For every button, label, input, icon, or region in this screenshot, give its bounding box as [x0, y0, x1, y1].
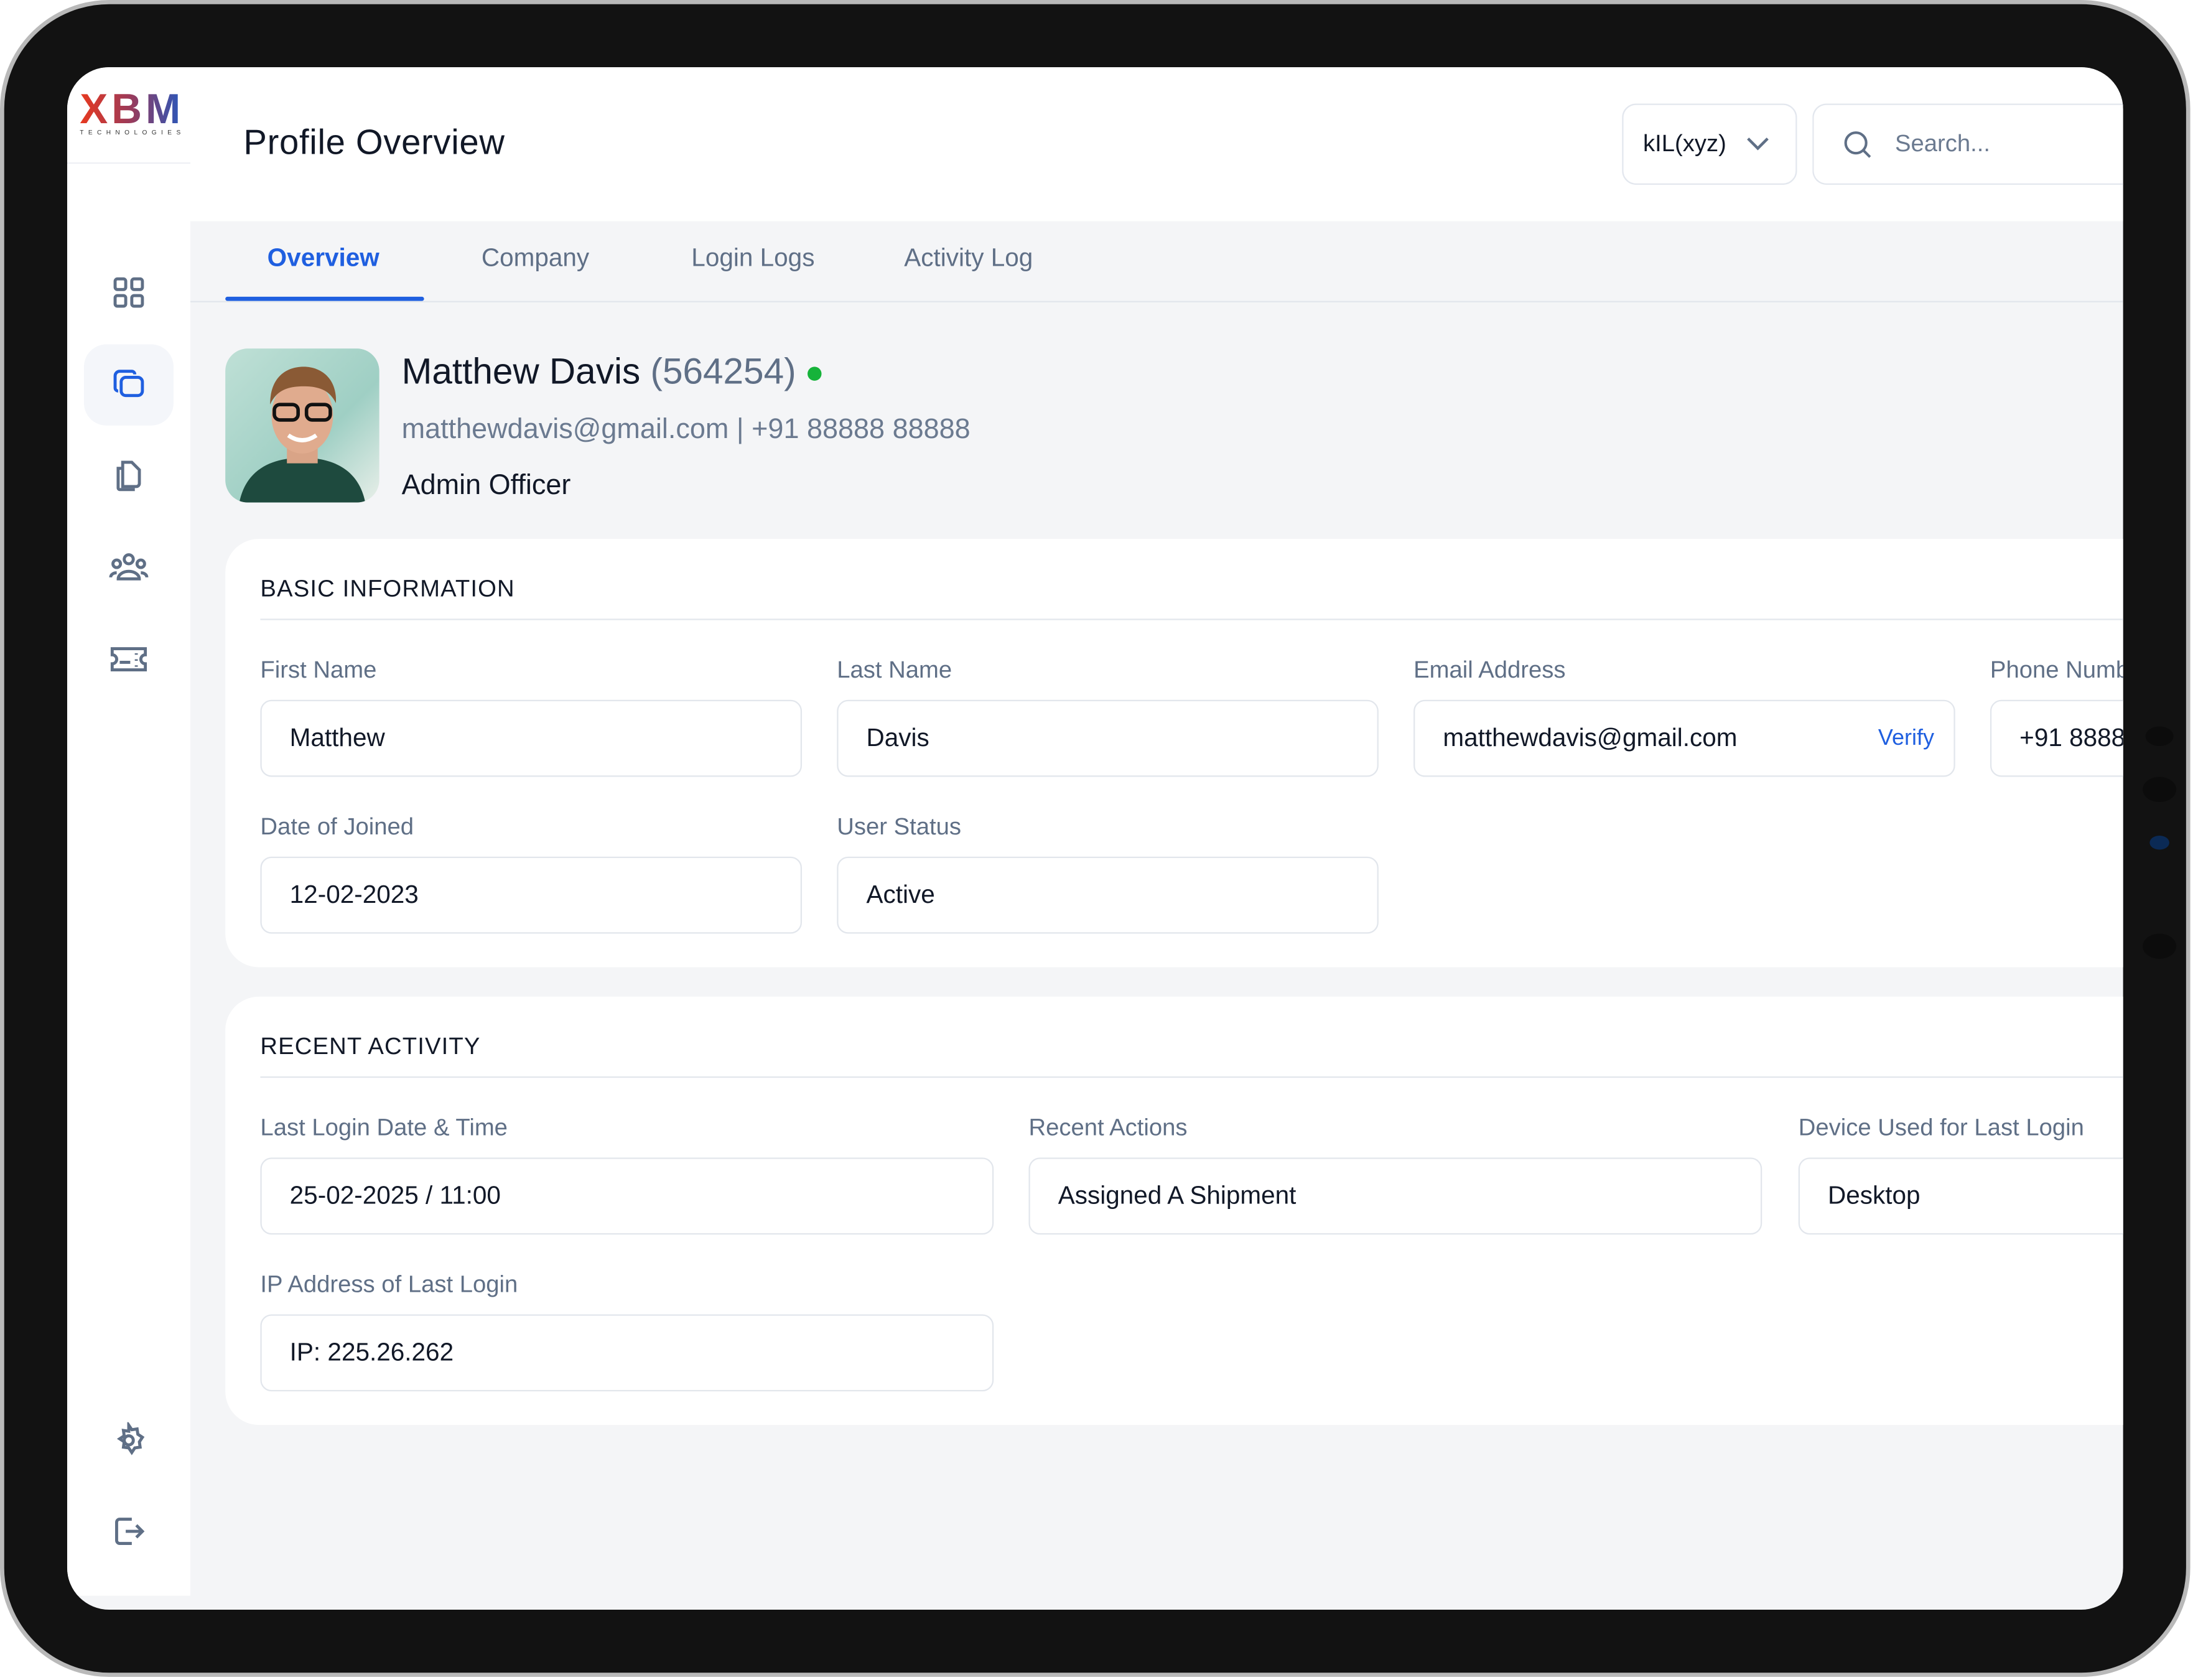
last-login-label: Last Login Date & Time [260, 1114, 508, 1141]
phone-label: Phone Number [1990, 656, 2123, 683]
tab-overview[interactable]: Overview [268, 243, 379, 273]
svg-text:XBM: XBM [80, 86, 180, 132]
chevron-down-icon [1746, 138, 1768, 151]
device-value: Desktop [1827, 1181, 1921, 1210]
sidebar-item-profiles[interactable] [83, 344, 174, 426]
divider [260, 618, 2123, 620]
divider [260, 1076, 2123, 1078]
date-joined-field[interactable]: 12-02-2023 [260, 856, 803, 934]
first-name-value: Matthew [289, 724, 385, 752]
page-title: Profile Overview [243, 123, 505, 162]
app-screen: XBM TECHNOLOGIES Profile Overview kIL(xy… [67, 67, 2123, 1610]
user-status-field[interactable]: Active [837, 856, 1379, 934]
email-label: Email Address [1413, 656, 1566, 683]
section-title: BASIC INFORMATION [260, 575, 515, 602]
profile-contact: matthewdavis@gmail.com | +91 88888 88888 [402, 414, 971, 447]
ip-address-label: IP Address of Last Login [260, 1271, 518, 1298]
section-title: RECENT ACTIVITY [260, 1033, 481, 1060]
date-joined-label: Date of Joined [260, 813, 414, 840]
device-field[interactable]: Desktop [1798, 1157, 2123, 1235]
profile-role: Admin Officer [401, 470, 571, 502]
profile-name-text: Matthew Davis [401, 350, 641, 392]
ip-address-value: IP: 225.26.262 [289, 1338, 454, 1366]
avatar [225, 348, 379, 503]
sidebar-item-dashboard[interactable] [106, 270, 151, 315]
sidebar: XBM TECHNOLOGIES [67, 67, 190, 1596]
sidebar-item-logout[interactable] [106, 1509, 151, 1554]
divider [67, 162, 190, 164]
last-name-label: Last Name [837, 656, 952, 683]
verify-email-button[interactable]: Verify [1878, 726, 1934, 750]
tab-bar: Overview Company Login Logs Activity Log [190, 221, 2123, 302]
search-placeholder: Search... [1894, 130, 1991, 157]
copy-icon [113, 370, 144, 398]
sidebar-item-documents[interactable] [106, 454, 151, 498]
recent-actions-label: Recent Actions [1028, 1114, 1188, 1141]
phone-value: +91 88888 88888 [2019, 724, 2123, 752]
grid-icon [113, 277, 144, 308]
online-status-dot [807, 366, 822, 381]
user-status-value: Active [866, 880, 935, 908]
ticket-icon [110, 647, 147, 671]
user-status-label: User Status [837, 813, 962, 840]
device-button [2145, 726, 2174, 747]
separator: | [736, 414, 744, 446]
tab-login-logs[interactable]: Login Logs [691, 243, 814, 273]
recent-activity-card: RECENT ACTIVITY Last Login Date & Time 2… [225, 996, 2123, 1426]
logout-icon [115, 1518, 145, 1545]
last-name-value: Davis [866, 724, 929, 752]
date-joined-value: 12-02-2023 [289, 880, 419, 908]
phone-field[interactable]: +91 88888 88888 [1990, 699, 2123, 777]
last-login-field[interactable]: 25-02-2025 / 11:00 [260, 1157, 994, 1235]
org-select-value: kIL(xyz) [1643, 130, 1726, 157]
profile-id: (564254) [650, 350, 796, 392]
device-camera [2149, 836, 2169, 850]
users-icon [109, 553, 149, 581]
first-name-field[interactable]: Matthew [260, 699, 803, 777]
active-tab-indicator [225, 296, 424, 301]
basic-information-card: BASIC INFORMATION First Name Matthew Las… [225, 539, 2123, 968]
profile-name: Matthew Davis (564254) [401, 350, 822, 393]
device-label: Device Used for Last Login [1798, 1114, 2084, 1141]
tab-activity-log[interactable]: Activity Log [904, 243, 1033, 273]
org-select[interactable]: kIL(xyz) [1622, 103, 1797, 185]
last-login-value: 25-02-2025 / 11:00 [289, 1181, 501, 1210]
email-value: matthewdavis@gmail.com [1443, 724, 1738, 752]
tab-company[interactable]: Company [482, 243, 589, 273]
sidebar-item-tickets[interactable] [106, 637, 151, 682]
sidebar-item-users[interactable] [106, 546, 151, 590]
search-input[interactable]: Search... [1812, 103, 2123, 185]
search-icon [1844, 131, 1871, 158]
sidebar-item-settings[interactable] [106, 1418, 151, 1463]
first-name-label: First Name [260, 656, 377, 683]
xbm-logo: XBM TECHNOLOGIES [80, 86, 180, 136]
profile-phone: +91 88888 88888 [752, 414, 971, 446]
header: Profile Overview kIL(xyz) Search... [190, 67, 2123, 222]
recent-actions-field[interactable]: Assigned A Shipment [1028, 1157, 1762, 1235]
email-field[interactable]: matthewdavis@gmail.com Verify [1413, 699, 1955, 777]
recent-actions-value: Assigned A Shipment [1058, 1181, 1297, 1210]
last-name-field[interactable]: Davis [837, 699, 1379, 777]
profile-email: matthewdavis@gmail.com [401, 414, 729, 446]
settings-icon [116, 1422, 145, 1455]
documents-icon [116, 460, 141, 492]
device-button [2143, 933, 2177, 959]
device-button [2143, 777, 2177, 803]
ip-address-field[interactable]: IP: 225.26.262 [260, 1314, 994, 1392]
